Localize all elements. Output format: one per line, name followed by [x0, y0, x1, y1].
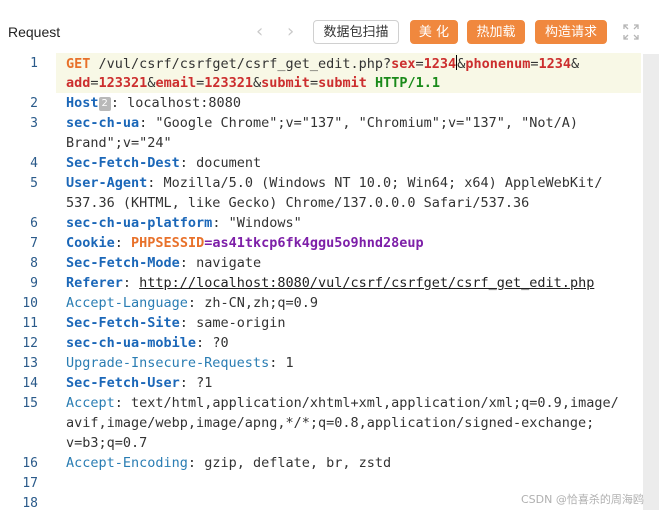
header-sec-ch-ua-wrap: Brand";v="24" — [66, 135, 172, 151]
line-number: 13 — [22, 356, 38, 371]
header-sec-ch-ua-mobile: sec-ch-ua-mobile: ?0 — [66, 335, 229, 351]
line-number: 16 — [22, 456, 38, 471]
header-host: Host 2: localhost:8080 — [66, 95, 241, 111]
watermark: CSDN @恰喜杀的周海鸥 — [521, 493, 644, 506]
line-number: 12 — [22, 336, 38, 351]
expand-icon[interactable] — [621, 22, 641, 42]
line-number: 18 — [22, 496, 38, 511]
request-header: Request ‹ › 数据包扫描 美 化 热加载 构造请求 — [0, 0, 663, 52]
header-upgrade-insecure: Upgrade-Insecure-Requests: 1 — [66, 355, 294, 371]
line-number: 1 — [30, 56, 38, 71]
request-line-wrap: add=123321&email=123321&submit=submit HT… — [66, 75, 441, 91]
panel-title: Request — [8, 24, 61, 40]
header-sec-fetch-dest: Sec-Fetch-Dest: document — [66, 155, 262, 171]
construct-request-button[interactable]: 构造请求 — [535, 20, 607, 44]
header-cookie: Cookie: PHPSESSID=as41tkcp6fk4ggu5o9hnd2… — [66, 235, 424, 251]
header-sec-ch-ua: sec-ch-ua: "Google Chrome";v="137", "Chr… — [66, 115, 579, 131]
line-number: 3 — [30, 116, 38, 131]
back-arrow-icon[interactable]: ‹ — [256, 22, 263, 42]
line-number: 11 — [22, 316, 38, 331]
host-count-badge: 2 — [98, 97, 111, 111]
referer-link[interactable]: http://localhost:8080/vul/csrf/csrfget/c… — [139, 275, 594, 291]
line-number: 6 — [30, 216, 38, 231]
header-accept-encoding: Accept-Encoding: gzip, deflate, br, zstd — [66, 455, 392, 471]
packet-scan-button[interactable]: 数据包扫描 — [313, 20, 399, 44]
line-number: 17 — [22, 476, 38, 491]
line-number: 15 — [22, 396, 38, 411]
header-sec-fetch-user: Sec-Fetch-User: ?1 — [66, 375, 213, 391]
header-accept-language: Accept-Language: zh-CN,zh;q=0.9 — [66, 295, 318, 311]
line-number: 9 — [30, 276, 38, 291]
vertical-scrollbar[interactable] — [643, 54, 659, 510]
beautify-button[interactable]: 美 化 — [410, 20, 458, 44]
line-number: 8 — [30, 256, 38, 271]
header-accept: Accept: text/html,application/xhtml+xml,… — [66, 395, 619, 411]
header-referer: Referer: http://localhost:8080/vul/csrf/… — [66, 275, 595, 291]
line-number: 7 — [30, 236, 38, 251]
line-number: 5 — [30, 176, 38, 191]
forward-arrow-icon[interactable]: › — [287, 22, 294, 42]
header-platform: sec-ch-ua-platform: "Windows" — [66, 215, 302, 231]
header-sec-fetch-site: Sec-Fetch-Site: same-origin — [66, 315, 286, 331]
header-user-agent: User-Agent: Mozilla/5.0 (Windows NT 10.0… — [66, 175, 603, 191]
header-accept-wrap-2: v=b3;q=0.7 — [66, 435, 148, 451]
line-number: 2 — [30, 96, 38, 111]
header-user-agent-wrap: 537.36 (KHTML, like Gecko) Chrome/137.0.… — [66, 195, 530, 211]
line-number: 4 — [30, 156, 38, 171]
header-accept-wrap: avif,image/webp,image/apng,*/*;q=0.8,app… — [66, 415, 595, 431]
header-sec-fetch-mode: Sec-Fetch-Mode: navigate — [66, 255, 262, 271]
line-number: 14 — [22, 376, 38, 391]
line-number: 10 — [22, 296, 38, 311]
hot-reload-button[interactable]: 热加载 — [467, 20, 525, 44]
request-line: GET /vul/csrf/csrfget/csrf_get_edit.php?… — [66, 55, 580, 72]
